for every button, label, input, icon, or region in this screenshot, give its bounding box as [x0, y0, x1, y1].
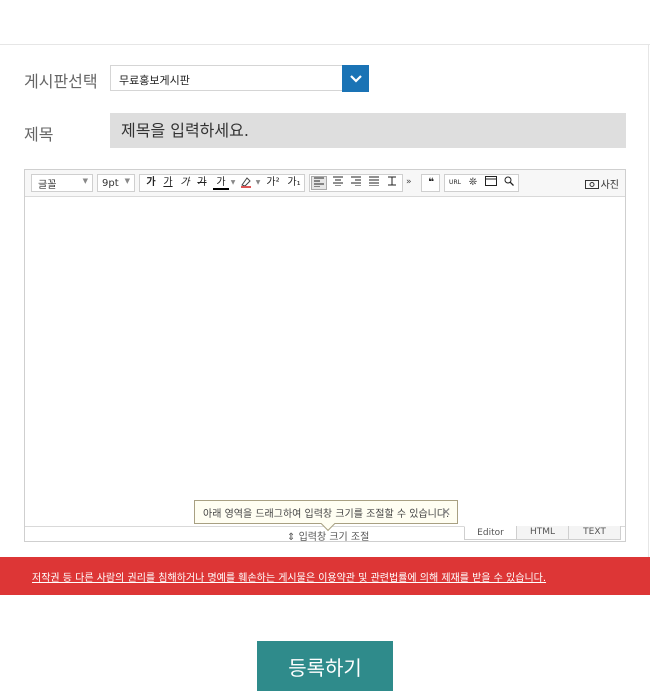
highlight-color-icon[interactable]: [239, 176, 253, 190]
table-icon[interactable]: [483, 176, 499, 190]
align-right-icon[interactable]: [348, 176, 364, 190]
copyright-notice-bar: 저작권 등 다른 사람의 권리를 침해하거나 명예를 훼손하는 게시물은 이용약…: [0, 557, 650, 595]
more-options-icon[interactable]: »: [406, 177, 412, 187]
photo-label: 사진: [600, 180, 619, 191]
resize-label-text: 입력창 크기 조절: [298, 532, 370, 543]
quote-group: ❝: [421, 174, 440, 192]
camera-icon: [584, 179, 599, 189]
post-write-page: 게시판선택 무료홍보게시판 제목 글꼴 ▼ 9pt ▼ 가 가 가 가 가: [0, 0, 650, 691]
underline-button[interactable]: 가: [161, 176, 175, 190]
title-label: 제목: [24, 125, 54, 144]
insert-group: URL ❊: [444, 174, 519, 192]
board-label: 게시판선택: [24, 72, 98, 91]
resize-tooltip: 아래 영역을 드래그하여 입력창 크기를 조절할 수 있습니다. ✕: [194, 500, 458, 532]
font-size-select[interactable]: 9pt ▼: [97, 174, 135, 192]
caret-down-icon: ▼: [124, 177, 130, 185]
editor-content-area[interactable]: [25, 198, 625, 526]
strikethrough-button[interactable]: 가: [195, 176, 209, 190]
caret-down-icon[interactable]: ▼: [254, 176, 262, 190]
align-left-icon[interactable]: [311, 176, 327, 190]
italic-button[interactable]: 가: [178, 176, 192, 190]
tab-editor[interactable]: Editor: [464, 526, 517, 540]
close-icon[interactable]: ✕: [441, 505, 451, 519]
search-icon[interactable]: [501, 176, 517, 190]
superscript-button[interactable]: 가²: [264, 176, 282, 190]
url-button[interactable]: URL: [447, 176, 463, 190]
line-height-icon[interactable]: [384, 176, 400, 190]
editor-toolbar: 글꼴 ▼ 9pt ▼ 가 가 가 가 가 ▼ ▼ 가² 가₁ » ❝ URL ❊…: [25, 170, 625, 197]
subscript-button[interactable]: 가₁: [285, 176, 303, 190]
special-char-icon[interactable]: ❊: [465, 176, 481, 190]
caret-down-icon[interactable]: ▼: [229, 176, 237, 190]
text-format-group: 가 가 가 가 가 ▼ ▼ 가² 가₁: [139, 174, 305, 192]
tab-text[interactable]: TEXT: [568, 526, 621, 540]
bold-button[interactable]: 가: [144, 176, 158, 190]
copyright-notice-text[interactable]: 저작권 등 다른 사람의 권리를 침해하거나 명예를 훼손하는 게시물은 이용약…: [32, 569, 546, 584]
alignment-group: [309, 174, 403, 192]
font-size-label: 9pt: [102, 177, 119, 189]
board-select-value: 무료홍보게시판: [119, 74, 190, 87]
quote-icon[interactable]: ❝: [423, 176, 439, 190]
editor-mode-tabs: Editor HTML TEXT: [464, 526, 621, 540]
caret-down-icon: ▼: [82, 177, 88, 185]
board-select[interactable]: 무료홍보게시판: [110, 65, 369, 92]
font-color-button[interactable]: 가: [213, 176, 229, 190]
top-divider: [0, 44, 650, 45]
chevron-down-icon[interactable]: [342, 65, 369, 92]
submit-button[interactable]: 등록하기: [257, 641, 393, 691]
font-family-select[interactable]: 글꼴 ▼: [31, 174, 93, 192]
title-input[interactable]: [110, 113, 626, 148]
photo-button[interactable]: 사진: [584, 176, 619, 191]
font-family-label: 글꼴: [38, 179, 57, 191]
tab-html[interactable]: HTML: [516, 526, 569, 540]
align-justify-icon[interactable]: [366, 176, 382, 190]
rich-text-editor: 글꼴 ▼ 9pt ▼ 가 가 가 가 가 ▼ ▼ 가² 가₁ » ❝ URL ❊…: [24, 169, 626, 543]
align-center-icon[interactable]: [330, 176, 346, 190]
right-divider: [648, 44, 649, 559]
